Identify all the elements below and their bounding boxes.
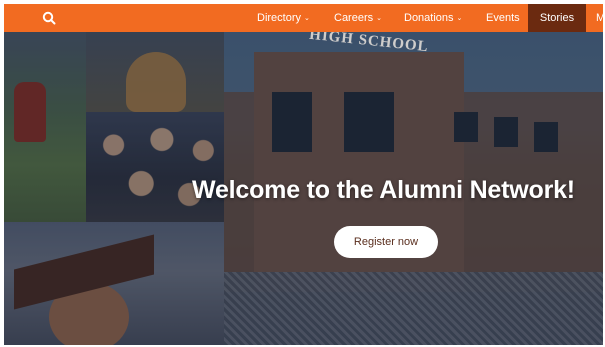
nav-item-stories[interactable]: Stories [528, 4, 586, 32]
nav-label: M [596, 12, 603, 24]
nav-item-more[interactable]: M [596, 4, 603, 32]
nav-label: Directory [257, 12, 302, 24]
nav-item-careers[interactable]: Careers ⌄ [334, 4, 382, 32]
nav-label: Events [486, 12, 520, 24]
top-navigation-bar: Directory ⌄ Careers ⌄ Donations ⌄ Events St… [4, 4, 603, 32]
page-frame: Directory ⌄ Careers ⌄ Donations ⌄ Events St… [4, 4, 603, 345]
nav-item-directory[interactable]: Directory ⌄ [257, 4, 310, 32]
nav-item-events[interactable]: Events [486, 4, 520, 32]
nav-label: Donations [404, 12, 454, 24]
chevron-down-icon: ⌄ [304, 15, 310, 22]
nav-label: Stories [539, 12, 575, 24]
nav-label: Careers [334, 12, 374, 24]
hero-headline: Welcome to the Alumni Network! [192, 176, 575, 204]
nav-item-donations[interactable]: Donations ⌄ [404, 4, 462, 32]
search-icon[interactable] [42, 11, 56, 25]
chevron-down-icon: ⌄ [376, 15, 382, 22]
register-button[interactable]: Register now [334, 226, 438, 258]
chevron-down-icon: ⌄ [456, 15, 463, 22]
